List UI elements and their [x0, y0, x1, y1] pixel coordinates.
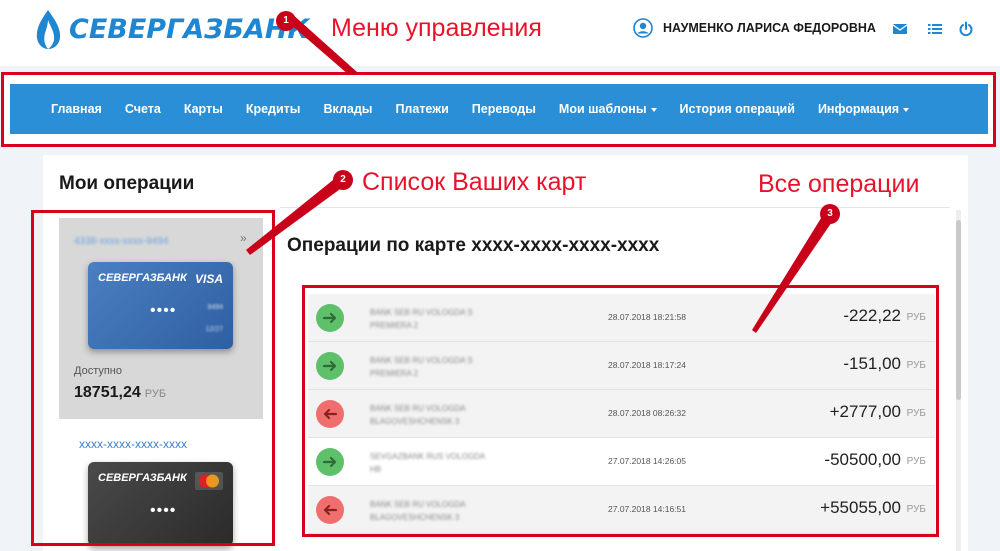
user-icon: [633, 18, 653, 38]
operation-amount: -50500,00: [824, 450, 901, 469]
envelope-icon[interactable]: [892, 21, 908, 37]
bank-name: СЕВЕРГАЗБАНК: [69, 13, 310, 45]
menu-item-info-label: Информация: [817, 102, 900, 116]
arrow-right-icon: [316, 352, 344, 380]
operation-description: BANK SEB RU VOLOGDA BLAGOVESHCHENSK 3: [370, 498, 510, 524]
user-profile[interactable]: НАУМЕНКО ЛАРИСА ФЕДОРОВНА: [633, 18, 876, 38]
cards-highlight-frame: [31, 210, 275, 546]
operation-row[interactable]: BANK SEB RU VOLOGDA BLAGOVESHCHENSK 3 28.…: [308, 390, 935, 438]
menu-item-credits[interactable]: Кредиты: [246, 102, 301, 116]
operation-desc-line: PREMIERA 2: [370, 321, 419, 330]
menu-item-transfers[interactable]: Переводы: [472, 102, 536, 116]
annotation-label: Все операции: [758, 170, 920, 198]
operation-row[interactable]: BANK SEB RU VOLOGDA BLAGOVESHCHENSK 3 27.…: [308, 486, 935, 534]
menu-item-templates-label: Мои шаблоны: [558, 102, 647, 116]
operation-desc-line: HB: [370, 465, 382, 474]
operation-desc-line: BANK SEB RU VOLOGDA: [370, 500, 466, 509]
operation-currency: РУБ: [906, 312, 926, 323]
operation-row[interactable]: BANK SEB RU VOLOGDA S PREMIERA 2 28.07.20…: [308, 342, 935, 390]
arrow-right-icon: [316, 448, 344, 476]
operations-title: Операции по карте xxxx-xxxx-xxxx-xxxx: [287, 235, 660, 256]
annotation-label: Список Ваших карт: [362, 168, 587, 196]
operation-date: 28.07.2018 18:17:24: [608, 360, 686, 370]
operation-desc-line: BANK SEB RU VOLOGDA S: [370, 308, 473, 317]
chevron-down-icon: [650, 107, 657, 112]
operation-desc-line: BLAGOVESHCHENSK 3: [370, 417, 460, 426]
annotation-badge: 2: [333, 170, 353, 190]
operation-amount: -222,22: [843, 306, 901, 325]
operation-desc-line: BANK SEB RU VOLOGDA S: [370, 356, 473, 365]
scrollbar-thumb[interactable]: [956, 220, 961, 400]
menu-item-accounts[interactable]: Счета: [125, 102, 161, 116]
menu-item-home[interactable]: Главная: [51, 102, 102, 116]
menu-item-payments[interactable]: Платежи: [395, 102, 448, 116]
arrow-right-icon: [316, 304, 344, 332]
operation-amount: +55055,00: [820, 498, 901, 517]
operation-currency: РУБ: [906, 360, 926, 371]
operation-description: BANK SEB RU VOLOGDA BLAGOVESHCHENSK 3: [370, 402, 510, 428]
operation-amount: -151,00: [843, 354, 901, 373]
menu-item-cards[interactable]: Карты: [184, 102, 223, 116]
operation-date: 27.07.2018 14:26:05: [608, 456, 686, 466]
operation-date: 27.07.2018 14:16:51: [608, 504, 686, 514]
operation-date: 28.07.2018 08:26:32: [608, 408, 686, 418]
operation-currency: РУБ: [906, 408, 926, 419]
operation-row[interactable]: BANK SEB RU VOLOGDA S PREMIERA 2 28.07.20…: [308, 294, 935, 342]
operation-row[interactable]: SEVGAZBANK RUS VOLOGDA HB 27.07.2018 14:2…: [308, 438, 935, 486]
divider: [280, 207, 950, 208]
operation-desc-line: PREMIERA 2: [370, 369, 419, 378]
operation-description: BANK SEB RU VOLOGDA S PREMIERA 2: [370, 306, 510, 332]
operation-description: SEVGAZBANK RUS VOLOGDA HB: [370, 450, 510, 476]
operation-currency: РУБ: [906, 504, 926, 515]
annotation-label: Меню управления: [331, 14, 542, 42]
arrow-left-icon: [316, 400, 344, 428]
annotation-badge: 3: [820, 204, 840, 224]
operations-list: BANK SEB RU VOLOGDA S PREMIERA 2 28.07.20…: [308, 294, 935, 534]
scrollbar[interactable]: [956, 210, 961, 551]
flame-icon: [36, 10, 61, 49]
menu-item-history[interactable]: История операций: [680, 102, 795, 116]
main-menu: Главная Счета Карты Кредиты Вклады Плате…: [10, 84, 988, 134]
menu-item-deposits[interactable]: Вклады: [323, 102, 372, 116]
menu-item-info[interactable]: Информация: [817, 102, 910, 116]
my-operations-title: Мои операции: [59, 173, 195, 194]
annotation-badge: 1: [276, 11, 296, 31]
list-icon[interactable]: [927, 21, 943, 37]
chevron-down-icon: [903, 107, 910, 112]
operation-date: 28.07.2018 18:21:58: [608, 312, 686, 322]
operation-amount: +2777,00: [829, 402, 901, 421]
operation-description: BANK SEB RU VOLOGDA S PREMIERA 2: [370, 354, 510, 380]
menu-item-templates[interactable]: Мои шаблоны: [559, 102, 657, 116]
operation-currency: РУБ: [906, 456, 926, 467]
operation-desc-line: BANK SEB RU VOLOGDA: [370, 404, 466, 413]
power-icon[interactable]: [958, 21, 974, 37]
operation-desc-line: BLAGOVESHCHENSK 3: [370, 513, 460, 522]
arrow-left-icon: [316, 496, 344, 524]
user-name: НАУМЕНКО ЛАРИСА ФЕДОРОВНА: [663, 21, 876, 35]
operation-desc-line: SEVGAZBANK RUS VOLOGDA: [370, 452, 486, 461]
bank-logo[interactable]: СЕВЕРГАЗБАНК: [33, 8, 310, 50]
